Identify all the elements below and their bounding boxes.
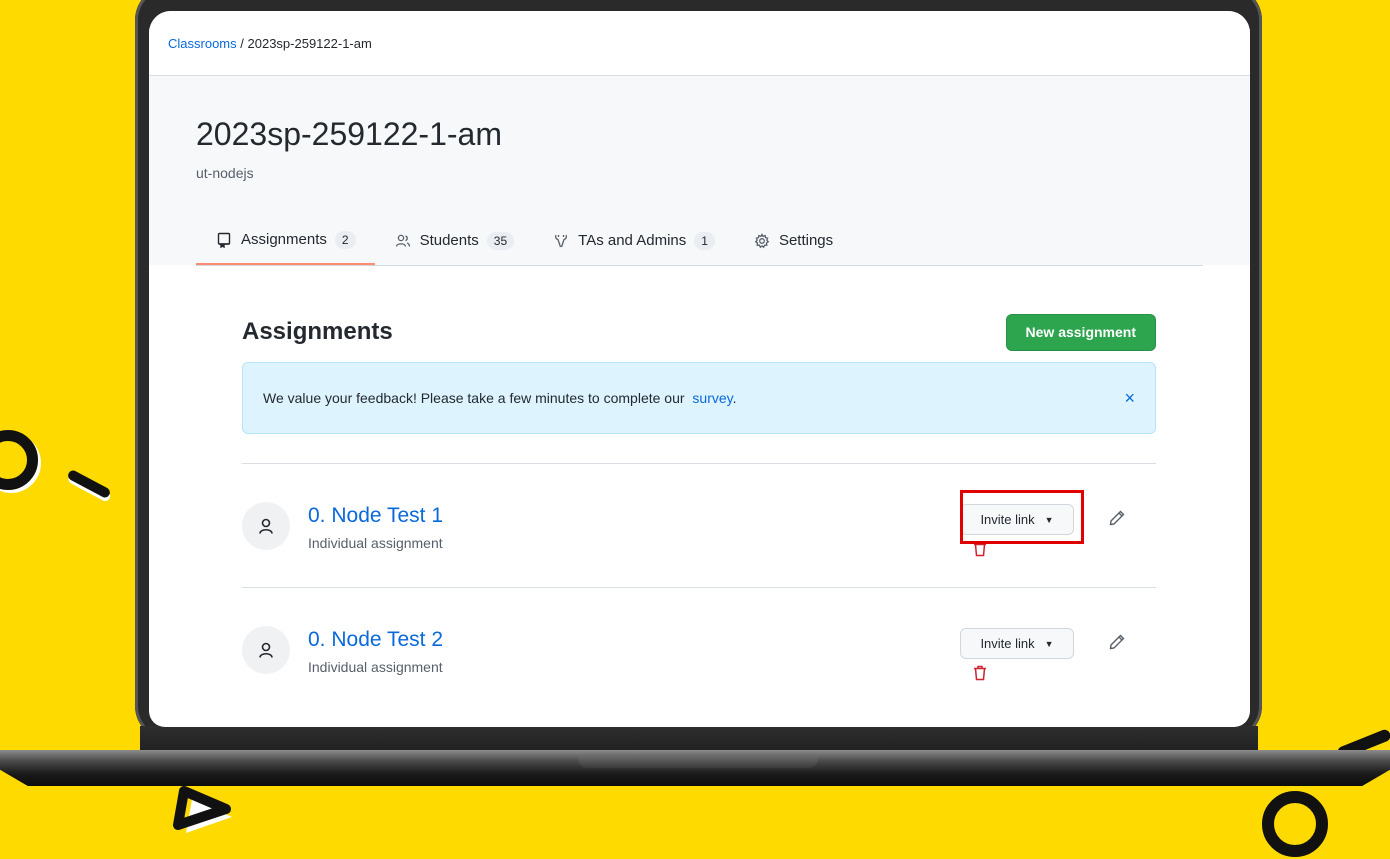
trash-icon[interactable] — [973, 665, 987, 681]
pencil-icon[interactable] — [1108, 633, 1126, 651]
breadcrumb-classrooms-link[interactable]: Classrooms — [168, 36, 237, 51]
section-title: Assignments — [242, 318, 393, 345]
decorative-triangle — [173, 786, 232, 833]
assignments-section: Assignments New assignment We value your… — [242, 264, 1156, 711]
list-item: 0. Node Test 2 Individual assignment Inv… — [242, 588, 1156, 711]
assignment-type: Individual assignment — [308, 659, 443, 675]
decorative-ring — [1262, 791, 1328, 857]
tab-tas-admins[interactable]: TAs and Admins 1 — [533, 216, 734, 265]
new-assignment-button[interactable]: New assignment — [1005, 313, 1156, 351]
breadcrumb: Classrooms / 2023sp-259122-1-am — [149, 11, 1250, 76]
invite-link-label: Invite link — [980, 636, 1035, 651]
person-icon — [242, 502, 290, 550]
breadcrumb-current: 2023sp-259122-1-am — [247, 35, 372, 51]
banner-message: We value your feedback! Please take a fe… — [263, 390, 737, 406]
assignment-title-link[interactable]: 0. Node Test 2 — [308, 628, 443, 652]
invite-link-dropdown[interactable]: Invite link ▼ — [960, 628, 1074, 659]
people-icon — [394, 232, 412, 250]
tab-label: Settings — [778, 232, 834, 249]
tab-counter: 35 — [486, 231, 515, 250]
tab-label: Assignments — [241, 231, 327, 248]
gear-icon — [753, 232, 771, 250]
tab-assignments[interactable]: Assignments 2 — [196, 216, 375, 265]
feedback-banner: We value your feedback! Please take a fe… — [242, 362, 1156, 434]
organization-name: ut-nodejs — [196, 165, 254, 181]
tab-bar: Assignments 2 Students 35 TAs and Admins… — [196, 216, 1203, 266]
tab-label: Students — [419, 232, 479, 249]
assignment-title-link[interactable]: 0. Node Test 1 — [308, 504, 443, 528]
tab-label: TAs and Admins — [578, 232, 687, 249]
caret-down-icon: ▼ — [1044, 638, 1054, 649]
classroom-header: 2023sp-259122-1-am ut-nodejs Assignments… — [149, 76, 1250, 266]
tab-settings[interactable]: Settings — [734, 216, 852, 265]
tab-students[interactable]: Students 35 — [375, 216, 534, 265]
tab-counter: 1 — [694, 231, 715, 250]
assignment-type: Individual assignment — [308, 535, 443, 551]
highlight-box — [960, 490, 1084, 544]
decorative-ring — [0, 430, 38, 490]
repo-icon — [215, 231, 233, 249]
tools-icon — [552, 232, 570, 250]
person-icon — [242, 626, 290, 674]
survey-link[interactable]: survey — [692, 390, 732, 406]
tab-counter: 2 — [334, 230, 356, 249]
breadcrumb-separator: / — [240, 35, 244, 51]
decorative-dash — [66, 468, 112, 500]
close-icon[interactable]: × — [1124, 389, 1135, 407]
section-header: Assignments New assignment — [242, 304, 1156, 360]
pencil-icon[interactable] — [1108, 509, 1126, 527]
page-title: 2023sp-259122-1-am — [196, 116, 502, 152]
laptop-notch — [578, 756, 818, 768]
